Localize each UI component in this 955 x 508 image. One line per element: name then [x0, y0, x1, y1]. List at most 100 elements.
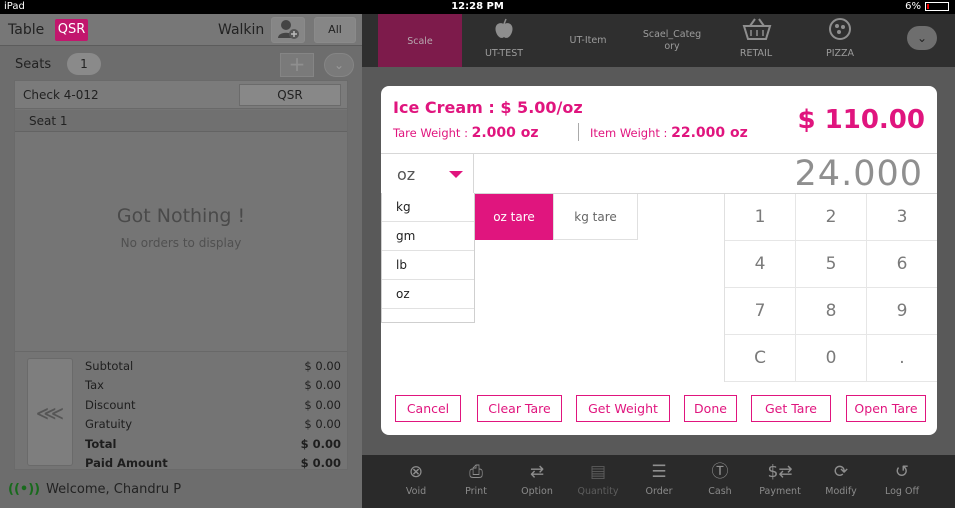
check-number: Check 4-012: [23, 88, 99, 102]
payment-button[interactable]: $⇄ Payment: [750, 461, 810, 497]
item-amount: $ 110.00: [797, 105, 925, 135]
unit-option[interactable]: kg: [382, 193, 474, 222]
customer-name[interactable]: Walkin: [218, 22, 264, 38]
get-tare-button[interactable]: Get Tare: [751, 395, 831, 422]
discount-label: Discount: [85, 398, 136, 412]
total-label: Total: [85, 437, 117, 451]
cash-label: Cash: [708, 486, 732, 497]
gratuity-value: $ 0.00: [304, 417, 341, 431]
payment-label: Payment: [759, 486, 801, 497]
key-9[interactable]: 9: [867, 288, 937, 335]
seats-row: Seats 1 + ⌄: [0, 47, 362, 81]
totals-row: Gratuity $ 0.00: [85, 415, 341, 433]
chevron-down-icon: ⌄: [333, 58, 345, 72]
action-toolbar: ⊗ Void ⎙ Print ⇄ Option ▤ Quantity ☰ Ord…: [362, 455, 955, 508]
category-label: PIZZA: [825, 48, 855, 59]
key-2[interactable]: 2: [796, 194, 867, 241]
gratuity-label: Gratuity: [85, 417, 132, 431]
totals-row: Paid Amount $ 0.00: [85, 454, 341, 472]
print-button[interactable]: ⎙ Print: [446, 461, 506, 497]
key-3[interactable]: 3: [867, 194, 937, 241]
oz-tare-button[interactable]: oz tare: [475, 194, 553, 240]
key-1[interactable]: 1: [725, 194, 796, 241]
key-4[interactable]: 4: [725, 241, 796, 288]
split-check-button[interactable]: ⋘: [27, 358, 73, 466]
category-tab[interactable]: Scael_Categ ory: [630, 14, 714, 67]
seats-label: Seats: [15, 57, 52, 72]
void-button[interactable]: ⊗ Void: [386, 461, 446, 497]
battery-icon: [925, 2, 949, 11]
get-weight-button[interactable]: Get Weight: [576, 395, 670, 422]
category-label: RETAIL: [739, 48, 773, 59]
table-badge[interactable]: QSR: [55, 19, 88, 41]
chevron-down-icon: ⌄: [916, 31, 928, 45]
apple-icon: [495, 18, 513, 38]
clock: 12:28 PM: [451, 1, 504, 12]
unit-option[interactable]: lb: [382, 251, 474, 280]
add-user-icon: [278, 20, 299, 39]
category-more-button[interactable]: ⌄: [907, 26, 937, 50]
order-header: Table QSR Walkin All: [0, 14, 362, 46]
quantity-icon: ▤: [589, 462, 607, 482]
modify-button[interactable]: ⟳ Modify: [811, 461, 871, 497]
tare-weight-label: Tare Weight :: [393, 126, 472, 140]
option-label: Option: [521, 486, 553, 497]
seat-label: Seat 1: [29, 114, 68, 128]
key-7[interactable]: 7: [725, 288, 796, 335]
cash-button[interactable]: Ⓣ Cash: [690, 461, 750, 497]
unit-dropdown[interactable]: oz: [381, 154, 474, 194]
welcome-bar: ((•)) Welcome, Chandru P: [8, 482, 181, 497]
unit-option[interactable]: gm: [382, 222, 474, 251]
order-panel: Table QSR Walkin All Seats 1 + ⌄ Check 4…: [0, 14, 362, 508]
check-card: Check 4-012 QSR Seat 1 Got Nothing ! No …: [14, 80, 348, 470]
totals-row: Tax $ 0.00: [85, 376, 341, 394]
logoff-icon: ↺: [894, 462, 910, 482]
cash-icon: Ⓣ: [711, 462, 729, 482]
basket-icon: [742, 18, 772, 40]
subtotal-label: Subtotal: [85, 359, 134, 373]
tare-weight: Tare Weight : 2.000 oz: [393, 125, 539, 141]
add-seat-button[interactable]: +: [280, 53, 314, 77]
category-tab[interactable]: Scale: [378, 14, 462, 67]
key-5[interactable]: 5: [796, 241, 867, 288]
item-weight-label: Item Weight :: [590, 126, 672, 140]
all-button[interactable]: All: [314, 17, 356, 43]
key-decimal[interactable]: .: [867, 335, 937, 382]
option-button[interactable]: ⇄ Option: [507, 461, 567, 497]
quantity-button[interactable]: ▤ Quantity: [568, 461, 628, 497]
battery-indicator: 6%: [905, 1, 949, 12]
category-tab[interactable]: UT-TEST: [462, 14, 546, 67]
key-clear[interactable]: C: [725, 335, 796, 382]
caret-down-icon: [449, 171, 463, 178]
kg-tare-button[interactable]: kg tare: [553, 194, 638, 240]
open-tare-button[interactable]: Open Tare: [846, 395, 926, 422]
subtotal-value: $ 0.00: [304, 359, 341, 373]
add-customer-button[interactable]: [271, 17, 305, 43]
seat-row[interactable]: Seat 1: [15, 110, 347, 132]
seat-dropdown-button[interactable]: ⌄: [324, 53, 354, 77]
tax-value: $ 0.00: [304, 378, 341, 392]
seat-count-badge[interactable]: 1: [67, 53, 101, 75]
key-8[interactable]: 8: [796, 288, 867, 335]
category-tab[interactable]: RETAIL: [714, 14, 798, 67]
category-tab[interactable]: PIZZA: [798, 14, 882, 67]
empty-state-subtitle: No orders to display: [120, 236, 242, 250]
unit-selected: oz: [397, 165, 416, 184]
discount-value: $ 0.00: [304, 398, 341, 412]
category-label: UT-Item: [569, 35, 607, 46]
done-button[interactable]: Done: [684, 395, 737, 422]
status-bar: iPad 12:28 PM 6%: [0, 0, 955, 14]
unit-options-list: kg gm lb oz: [381, 193, 475, 323]
key-6[interactable]: 6: [867, 241, 937, 288]
category-tab[interactable]: UT-Item: [546, 14, 630, 67]
category-bar: Scale UT-TEST UT-Item Scael_Categ ory RE…: [362, 14, 955, 67]
key-0[interactable]: 0: [796, 335, 867, 382]
category-label: Scael_Categ ory: [642, 29, 702, 52]
order-button[interactable]: ☰ Order: [629, 461, 689, 497]
empty-state-title: Got Nothing !: [116, 205, 246, 227]
clear-tare-button[interactable]: Clear Tare: [477, 395, 562, 422]
log-off-button[interactable]: ↺ Log Off: [872, 461, 932, 497]
check-type-button[interactable]: QSR: [239, 84, 341, 106]
unit-option[interactable]: oz: [382, 280, 474, 309]
cancel-button[interactable]: Cancel: [395, 395, 461, 422]
